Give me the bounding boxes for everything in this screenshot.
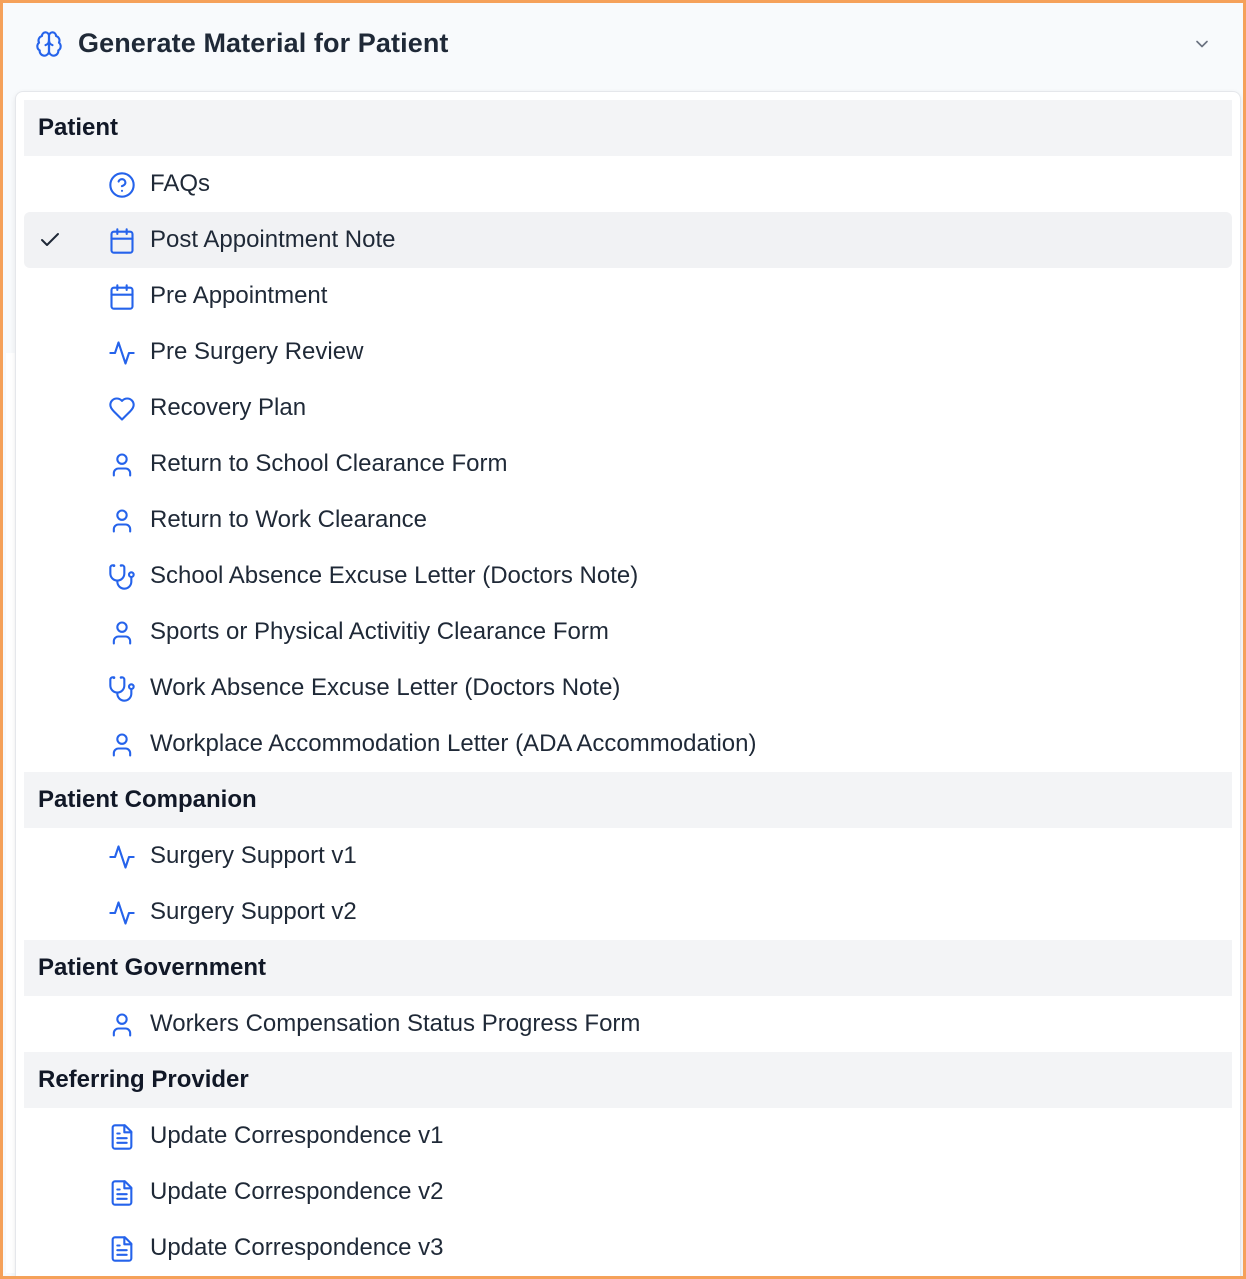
chevron-down-icon[interactable]	[1192, 34, 1212, 54]
menu-item-label: Workplace Accommodation Letter (ADA Acco…	[150, 730, 757, 757]
menu-item-label: Pre Surgery Review	[150, 338, 364, 365]
generate-material-panel: Generate Material for Patient Patient FAQ…	[0, 0, 1246, 1279]
menu-item[interactable]: Return to Work Clearance	[24, 492, 1232, 548]
menu-item-label: Pre Appointment	[150, 282, 328, 309]
menu-item-label: Surgery Support v2	[150, 898, 357, 925]
menu-item[interactable]: Update Correspondence v2	[24, 1164, 1232, 1220]
menu-item-label: FAQs	[150, 170, 211, 197]
menu-item-label: Recovery Plan	[150, 394, 307, 421]
user-icon	[108, 1011, 136, 1039]
menu-item[interactable]: Pre Surgery Review	[24, 324, 1232, 380]
stethoscope-icon	[108, 563, 136, 591]
menu-item[interactable]: Workplace Accommodation Letter (ADA Acco…	[24, 716, 1232, 772]
check-icon	[38, 228, 62, 252]
menu-item[interactable]: Sports or Physical Activitiy Clearance F…	[24, 604, 1232, 660]
help-circle-icon	[108, 171, 136, 199]
menu-item[interactable]: Pre Appointment	[24, 268, 1232, 324]
user-icon	[108, 619, 136, 647]
user-icon	[108, 507, 136, 535]
panel-title: Generate Material for Patient	[78, 28, 449, 58]
menu-item[interactable]: Workers Compensation Status Progress For…	[24, 996, 1232, 1052]
menu-item[interactable]: Update Correspondence v1	[24, 1108, 1232, 1164]
menu-item-label: Return to Work Clearance	[150, 506, 428, 533]
menu-item[interactable]: Surgery Support v1	[24, 828, 1232, 884]
stethoscope-icon	[108, 675, 136, 703]
menu-item-label: Workers Compensation Status Progress For…	[150, 1010, 641, 1037]
file-text-icon	[108, 1123, 136, 1151]
calendar-icon	[108, 283, 136, 311]
menu-item-label: School Absence Excuse Letter (Doctors No…	[150, 562, 639, 589]
menu-item[interactable]: Post Appointment Note	[24, 212, 1232, 268]
file-text-icon	[108, 1235, 136, 1263]
menu-item[interactable]: FAQs	[24, 156, 1232, 212]
panel-header[interactable]: Generate Material for Patient	[6, 6, 1240, 86]
group-header: Patient Government	[24, 940, 1232, 996]
file-text-icon	[108, 1179, 136, 1207]
menu-item-label: Update Correspondence v2	[150, 1178, 444, 1205]
user-icon	[108, 451, 136, 479]
menu-item-label: Post Appointment Note	[150, 226, 396, 253]
menu-item-label: Surgery Support v1	[150, 842, 357, 869]
menu-item-label: Update Correspondence v3	[150, 1234, 444, 1261]
activity-icon	[108, 339, 136, 367]
user-icon	[108, 731, 136, 759]
menu-item-label: Update Correspondence v1	[150, 1122, 444, 1149]
menu-item-label: Return to School Clearance Form	[150, 450, 508, 477]
group-header: Patient	[24, 100, 1232, 156]
group-header: Patient Companion	[24, 772, 1232, 828]
heart-icon	[108, 395, 136, 423]
activity-icon	[108, 899, 136, 927]
menu-item[interactable]: Recovery Plan	[24, 380, 1232, 436]
activity-icon	[108, 843, 136, 871]
menu-item-label: Work Absence Excuse Letter (Doctors Note…	[150, 674, 621, 701]
menu-item[interactable]: Return to School Clearance Form	[24, 436, 1232, 492]
menu-item-label: Sports or Physical Activitiy Clearance F…	[150, 618, 609, 645]
menu-item[interactable]: Work Absence Excuse Letter (Doctors Note…	[24, 660, 1232, 716]
group-header: Referring Provider	[24, 1052, 1232, 1108]
menu-item[interactable]: School Absence Excuse Letter (Doctors No…	[24, 548, 1232, 604]
brain-icon	[35, 30, 63, 58]
calendar-icon	[108, 227, 136, 255]
menu-item[interactable]: Surgery Support v2	[24, 884, 1232, 940]
menu-item[interactable]: Update Correspondence v3	[24, 1220, 1232, 1276]
material-dropdown-menu: Patient FAQs Post Appointment Note Pre Appo…	[15, 91, 1241, 1276]
